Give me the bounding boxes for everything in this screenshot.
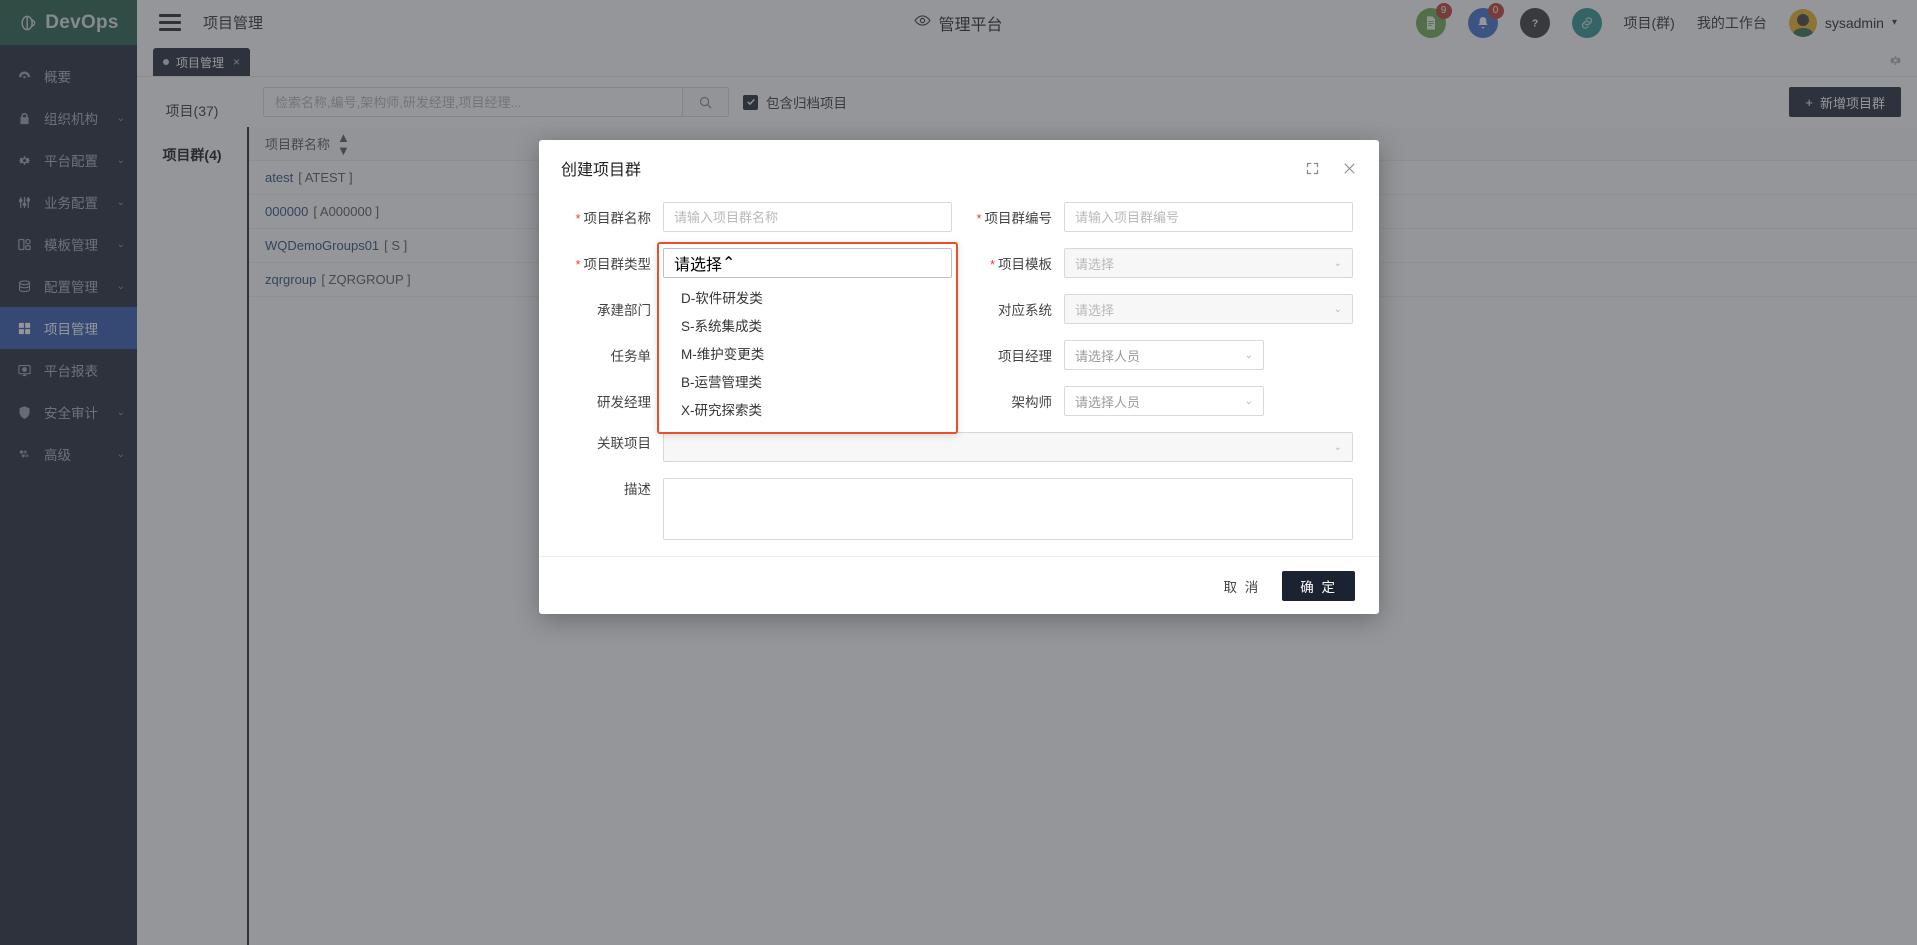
system-select[interactable]: 请选择 ⌄: [1064, 294, 1353, 324]
group-type-options[interactable]: D-软件研发类 S-系统集成类 M-维护变更类 B-运营管理类 X-研究探索类: [663, 279, 952, 427]
system-placeholder: 请选择: [1075, 302, 1115, 318]
chevron-down-icon: ⌄: [1244, 349, 1253, 361]
chevron-up-icon: ⌃: [722, 255, 736, 272]
confirm-button[interactable]: 确 定: [1282, 570, 1355, 601]
label-architect: 架构师: [1011, 395, 1053, 410]
form-row-name-code: 项目群名称 项目群编号: [551, 202, 1353, 232]
group-code-field[interactable]: [1064, 202, 1353, 232]
option-item[interactable]: S-系统集成类: [663, 311, 952, 339]
description-textarea[interactable]: [664, 479, 1352, 539]
label-group-name: 项目群名称: [551, 207, 663, 227]
architect-placeholder: 请选择人员: [1075, 394, 1141, 410]
project-manager-placeholder: 请选择人员: [1075, 348, 1141, 364]
form-row-type-template: 项目群类型 请选择 ⌃ D-软件研发类 S-系统集成类 M-维护变更类 B-运营…: [551, 242, 1353, 434]
dialog-title: 创建项目群: [561, 162, 642, 179]
related-projects-select[interactable]: ⌄: [663, 432, 1353, 462]
expand-icon[interactable]: [1305, 161, 1320, 176]
label-system: 对应系统: [998, 303, 1052, 318]
group-code-input[interactable]: [1075, 209, 1342, 225]
chevron-down-icon: ⌄: [1333, 257, 1342, 269]
label-dev-manager: 研发经理: [597, 395, 651, 410]
group-name-field[interactable]: [663, 202, 952, 232]
cancel-button[interactable]: 取 消: [1215, 570, 1268, 602]
dialog-header: 创建项目群: [539, 140, 1379, 196]
group-type-select-wrap: 请选择 ⌃ D-软件研发类 S-系统集成类 M-维护变更类 B-运营管理类 X-…: [657, 242, 958, 434]
option-item[interactable]: X-研究探索类: [663, 395, 952, 423]
option-item[interactable]: B-运营管理类: [663, 367, 952, 395]
project-template-placeholder: 请选择: [1075, 256, 1115, 272]
group-type-select[interactable]: 请选择 ⌃: [663, 248, 952, 278]
option-item[interactable]: D-软件研发类: [663, 283, 952, 311]
label-dept: 承建部门: [597, 303, 651, 318]
group-name-input[interactable]: [674, 209, 941, 225]
label-group-code: 项目群编号: [952, 207, 1064, 227]
close-icon[interactable]: [1342, 161, 1357, 176]
option-item[interactable]: M-维护变更类: [663, 339, 952, 367]
dialog-footer: 取 消 确 定: [539, 556, 1379, 614]
form-row-related: 关联项目 ⌄: [551, 432, 1353, 462]
dialog-body: 项目群名称 项目群编号 项目群类型: [539, 196, 1379, 556]
label-description: 描述: [624, 482, 651, 497]
chevron-down-icon: ⌄: [1333, 303, 1342, 315]
project-manager-select[interactable]: 请选择人员 ⌄: [1064, 340, 1264, 370]
label-group-type: 项目群类型: [551, 253, 663, 273]
chevron-down-icon: ⌄: [1244, 395, 1253, 407]
chevron-down-icon: ⌄: [1333, 441, 1342, 453]
label-task: 任务单: [610, 349, 652, 364]
description-field[interactable]: [663, 478, 1353, 540]
label-project-manager: 项目经理: [998, 349, 1052, 364]
project-template-select[interactable]: 请选择 ⌄: [1064, 248, 1353, 278]
architect-select[interactable]: 请选择人员 ⌄: [1064, 386, 1264, 416]
group-type-placeholder: 请选择: [674, 257, 723, 274]
app-root: DevOps 项目管理 管理平台 9 0 ?: [0, 0, 1917, 945]
create-project-group-dialog: 创建项目群 项目群名称 项目群编号: [539, 140, 1379, 614]
label-project-template: 项目模板: [952, 253, 1064, 273]
form-row-description: 描述: [551, 478, 1353, 540]
label-related-projects: 关联项目: [597, 436, 651, 451]
